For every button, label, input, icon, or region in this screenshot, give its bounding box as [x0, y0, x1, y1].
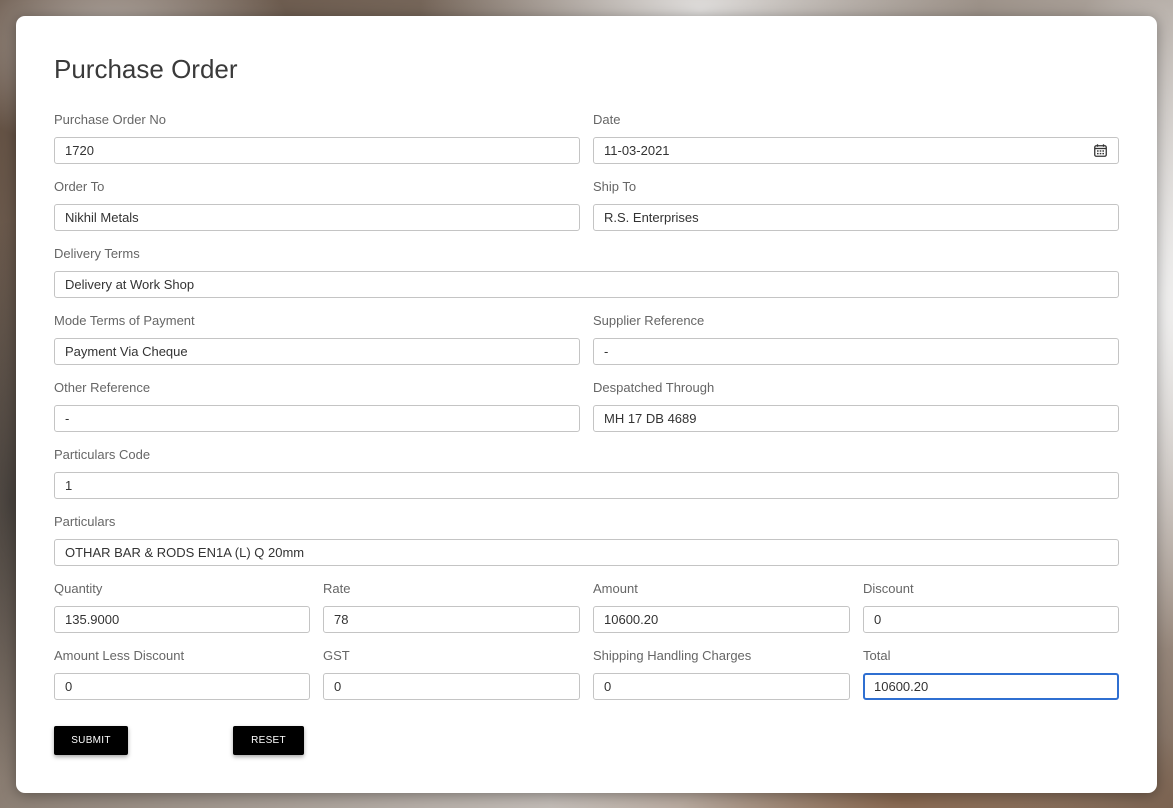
- other-ref-label: Other Reference: [54, 380, 151, 395]
- page-title: Purchase Order: [54, 54, 238, 84]
- order-to-label: Order To: [54, 179, 105, 194]
- amount-label: Amount: [593, 581, 638, 596]
- payment-mode-input[interactable]: [54, 338, 580, 365]
- despatched-label: Despatched Through: [593, 380, 715, 395]
- discount-input[interactable]: [863, 606, 1119, 633]
- particulars-code-input[interactable]: [54, 472, 1119, 499]
- date-input[interactable]: [593, 137, 1119, 164]
- submit-button[interactable]: SUBMIT: [54, 726, 128, 755]
- date-label: Date: [593, 112, 621, 127]
- supplier-ref-label: Supplier Reference: [593, 313, 705, 328]
- rate-input[interactable]: [323, 606, 580, 633]
- quantity-input[interactable]: [54, 606, 310, 633]
- discount-label: Discount: [863, 581, 914, 596]
- gst-input[interactable]: [323, 673, 580, 700]
- amount-less-discount-label: Amount Less Discount: [54, 648, 185, 663]
- purchase-order-card: Purchase Order Purchase Order No Date Or…: [16, 16, 1157, 793]
- delivery-terms-input[interactable]: [54, 271, 1119, 298]
- reset-button[interactable]: RESET: [233, 726, 304, 755]
- total-label: Total: [863, 648, 891, 663]
- order-to-input[interactable]: [54, 204, 580, 231]
- despatched-input[interactable]: [593, 405, 1119, 432]
- supplier-ref-input[interactable]: [593, 338, 1119, 365]
- other-ref-input[interactable]: [54, 405, 580, 432]
- particulars-input[interactable]: [54, 539, 1119, 566]
- ship-to-label: Ship To: [593, 179, 637, 194]
- particulars-code-label: Particulars Code: [54, 447, 151, 462]
- date-field: [593, 137, 1119, 164]
- shipping-input[interactable]: [593, 673, 850, 700]
- particulars-label: Particulars: [54, 514, 116, 529]
- amount-input[interactable]: [593, 606, 850, 633]
- po-no-label: Purchase Order No: [54, 112, 166, 127]
- total-input[interactable]: [863, 673, 1119, 700]
- amount-less-discount-input[interactable]: [54, 673, 310, 700]
- rate-label: Rate: [323, 581, 351, 596]
- calendar-icon[interactable]: [1094, 144, 1107, 157]
- gst-label: GST: [323, 648, 350, 663]
- shipping-label: Shipping Handling Charges: [593, 648, 752, 663]
- ship-to-input[interactable]: [593, 204, 1119, 231]
- quantity-label: Quantity: [54, 581, 103, 596]
- po-no-input[interactable]: [54, 137, 580, 164]
- delivery-terms-label: Delivery Terms: [54, 246, 140, 261]
- payment-mode-label: Mode Terms of Payment: [54, 313, 195, 328]
